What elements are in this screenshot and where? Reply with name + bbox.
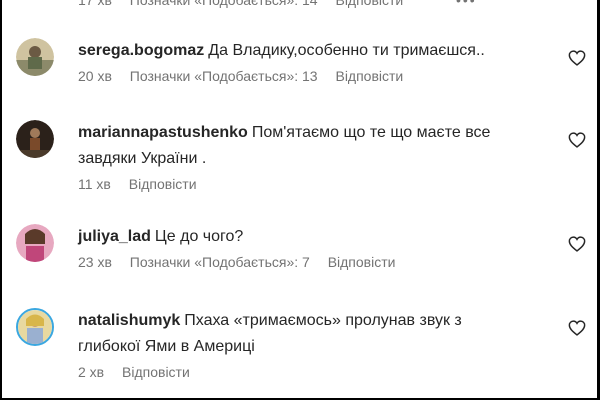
heart-outline-icon[interactable] (568, 50, 586, 66)
reply-button[interactable]: Відповісти (335, 68, 403, 84)
comment-meta: 20 хв Позначки «Подобається»: 13 Відпові… (78, 68, 518, 84)
comment-meta: 11 хв Відповісти (78, 176, 518, 192)
avatar[interactable] (16, 224, 54, 262)
comment-body: mariannapastushenko Пом'ятаємо що те що м… (78, 120, 518, 192)
heart-outline-icon[interactable] (568, 320, 586, 336)
comment-likes-count[interactable]: Позначки «Подобається»: 7 (130, 254, 310, 270)
comment-text-line: mariannapastushenko Пом'ятаємо що те що м… (78, 120, 518, 172)
comment-time: 23 хв (78, 254, 112, 270)
comment-body: natalishumyk Пхаха «тримаємось» пролунав … (78, 308, 518, 380)
comment-body: serega.bogomaz Да Владику,особенно ти три… (78, 38, 518, 84)
comment-time: 11 хв (78, 176, 111, 192)
avatar[interactable] (16, 308, 54, 346)
comment-text-line: natalishumyk Пхаха «тримаємось» пролунав … (78, 308, 518, 360)
comment-meta: 2 хв Відповісти (78, 364, 518, 380)
heart-outline-icon[interactable] (568, 236, 586, 252)
comment-text: Це до чого? (154, 228, 244, 245)
reply-button[interactable]: Відповісти (129, 176, 197, 192)
comment-meta: 23 хв Позначки «Подобається»: 7 Відповіс… (78, 254, 518, 270)
comment-username[interactable]: mariannapastushenko (78, 124, 248, 141)
comment-meta-partial: 17 хв Позначки «Подобається»: 14 Відпові… (78, 0, 417, 8)
comment-body: juliya_lad Це до чого? 23 хв Позначки «По… (78, 224, 518, 270)
more-options-icon[interactable]: ••• (456, 0, 477, 8)
comment-text-line: serega.bogomaz Да Владику,особенно ти три… (78, 38, 518, 64)
comment-username[interactable]: natalishumyk (78, 312, 180, 329)
heart-outline-icon[interactable] (568, 132, 586, 148)
comment-time: 20 хв (78, 68, 112, 84)
comment-time: 2 хв (78, 364, 105, 380)
avatar[interactable] (16, 120, 54, 158)
comments-list: 17 хв Позначки «Подобається»: 14 Відпові… (0, 0, 600, 400)
comment-username[interactable]: serega.bogomaz (78, 42, 204, 59)
reply-button[interactable]: Відповісти (122, 364, 190, 380)
comment-text-line: juliya_lad Це до чого? (78, 224, 518, 250)
comment-likes-count[interactable]: Позначки «Подобається»: 14 (130, 0, 318, 8)
comment-likes-count[interactable]: Позначки «Подобається»: 13 (130, 68, 318, 84)
comment-time: 17 хв (78, 0, 112, 8)
reply-button[interactable]: Відповісти (335, 0, 403, 8)
comment-username[interactable]: juliya_lad (78, 228, 151, 245)
reply-button[interactable]: Відповісти (328, 254, 396, 270)
comment-text: Да Владику,особенно ти тримаєшся.. (208, 42, 485, 59)
avatar[interactable] (16, 38, 54, 76)
